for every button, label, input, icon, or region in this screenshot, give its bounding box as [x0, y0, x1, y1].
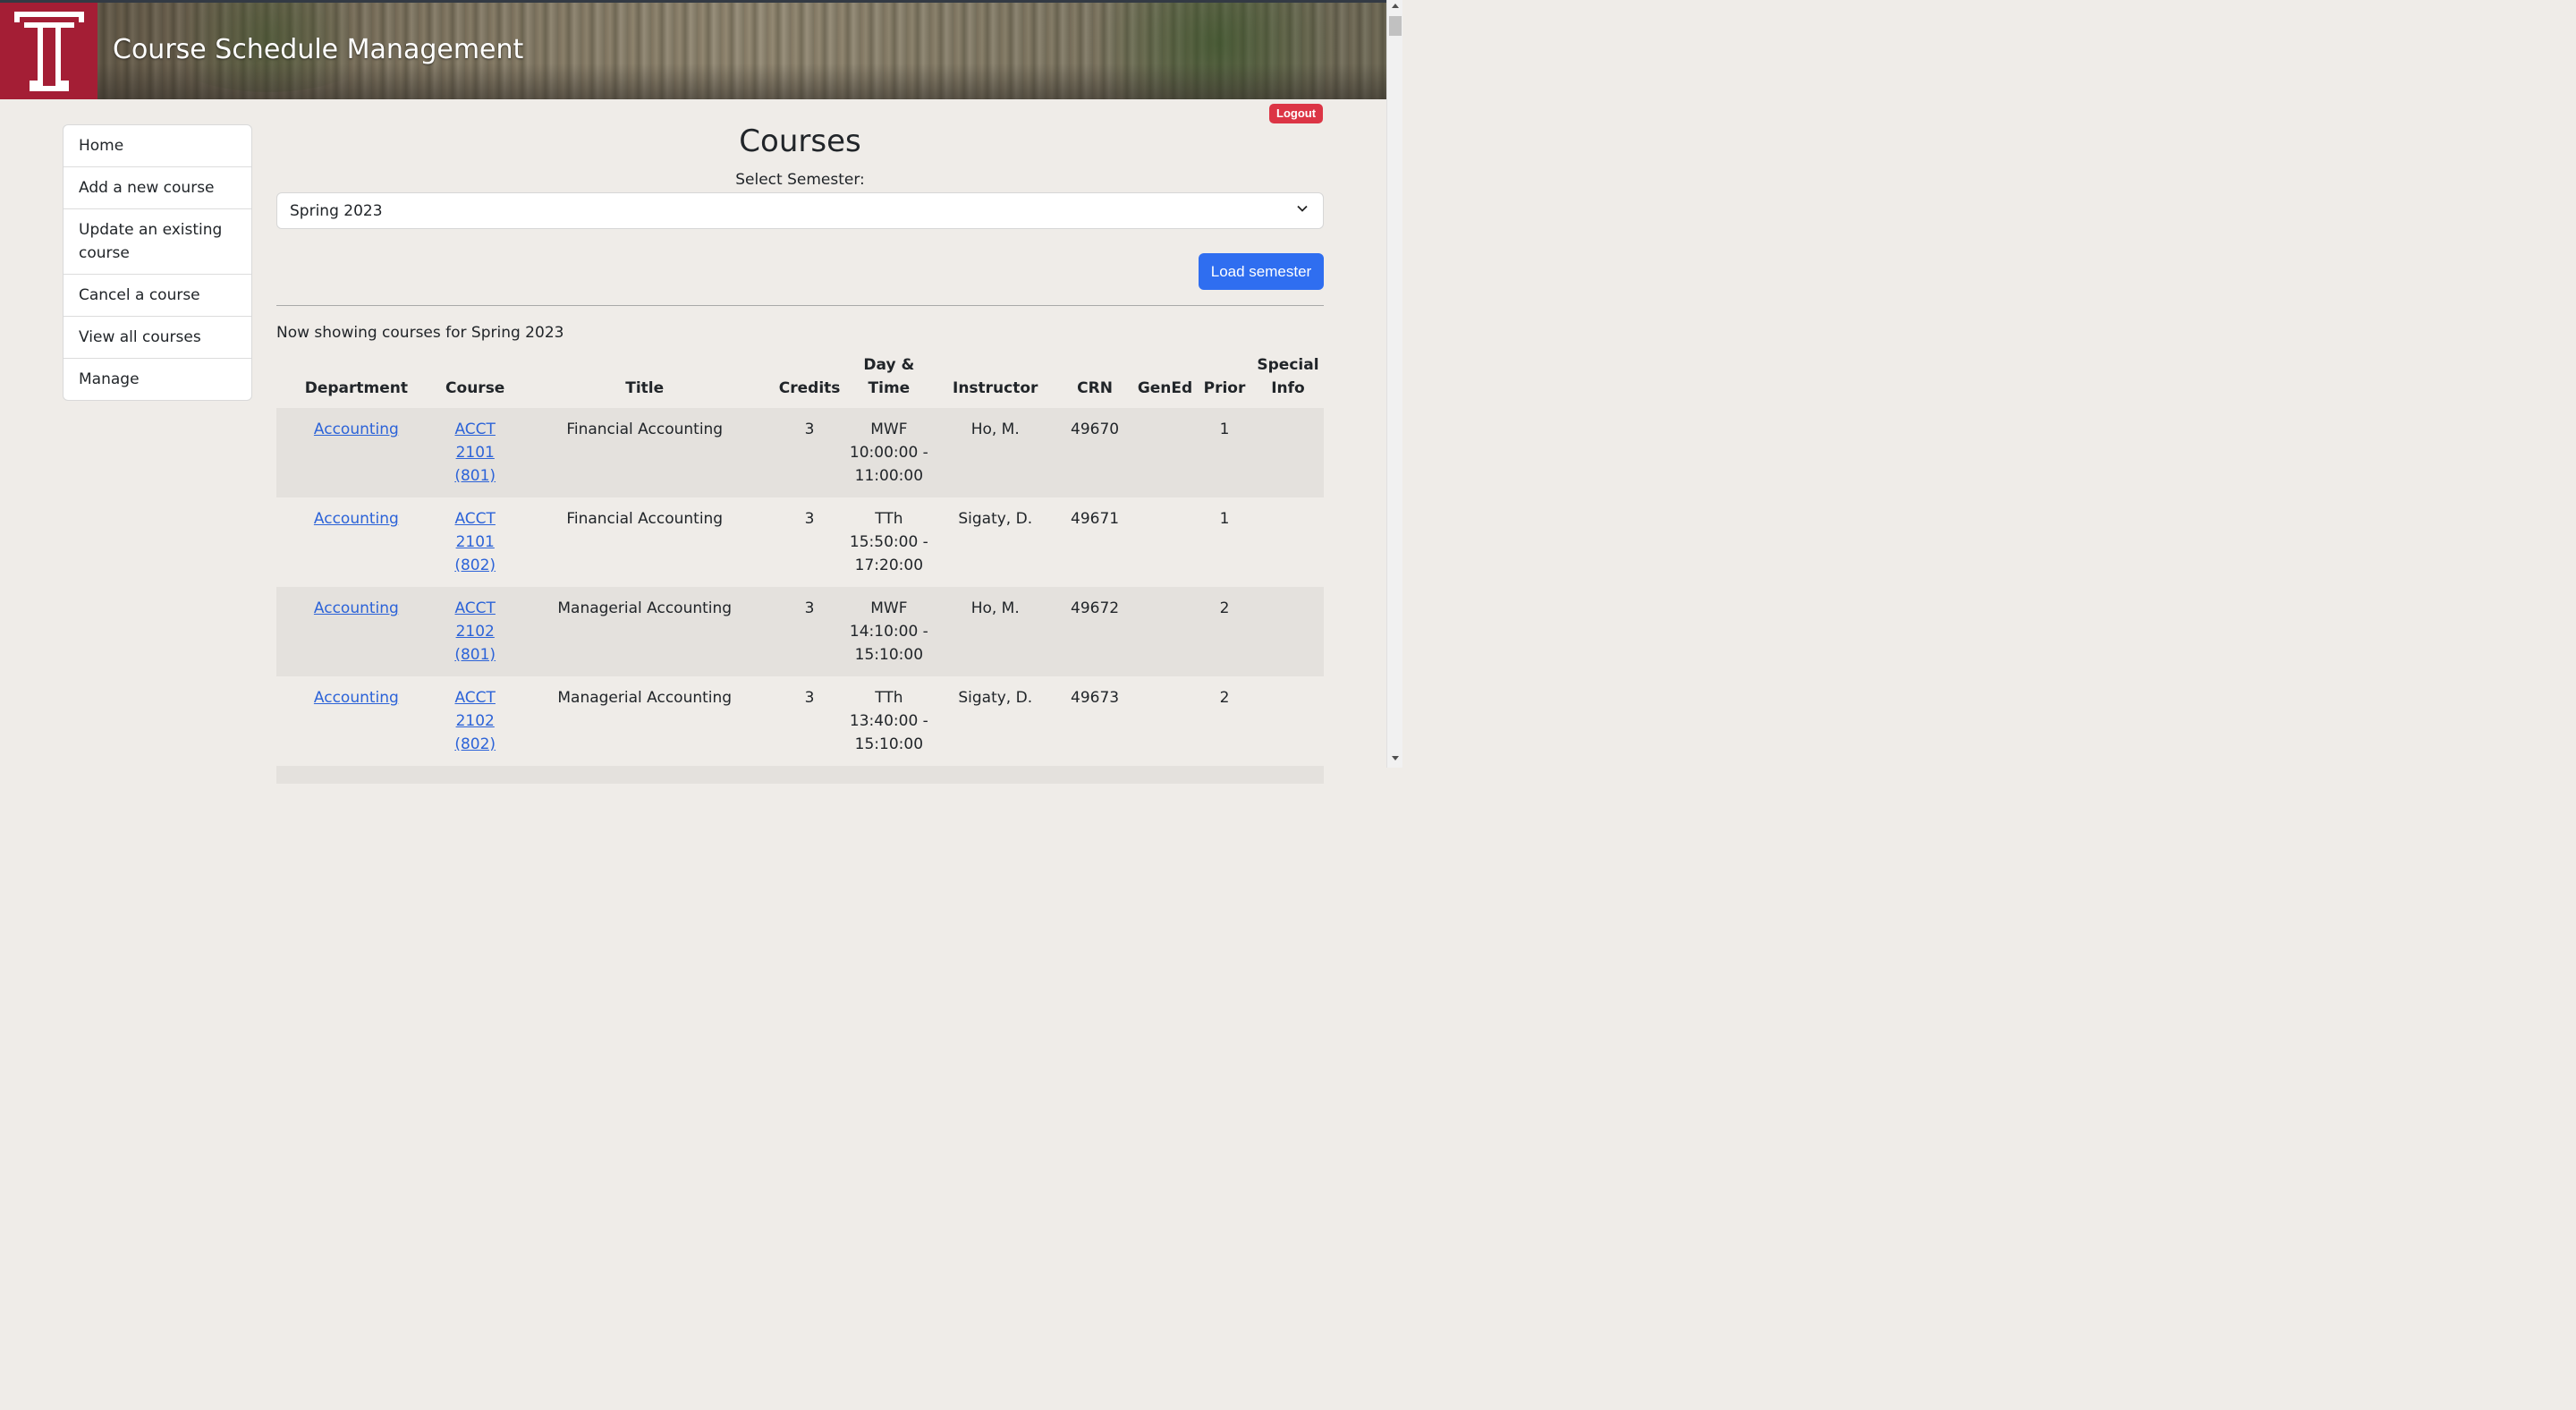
course-instructor: Ho, M. — [934, 408, 1057, 497]
semester-select[interactable]: Spring 2023 — [276, 192, 1324, 229]
department-link[interactable]: Accounting — [314, 510, 399, 528]
department-link[interactable]: Accounting — [314, 599, 399, 617]
course-gened — [1133, 587, 1197, 676]
course-link[interactable]: ACCT 2101 (801) — [454, 420, 496, 485]
sidebar-item-add-course[interactable]: Add a new course — [64, 167, 251, 209]
course-instructor: Ho, M. — [934, 587, 1057, 676]
header-crn: CRN — [1077, 379, 1113, 397]
course-special-info — [1251, 408, 1324, 497]
course-credits: 3 — [804, 689, 815, 707]
divider — [276, 305, 1324, 306]
course-crn: 49672 — [1056, 587, 1134, 676]
course-prior: 1 — [1197, 408, 1252, 497]
course-special-info — [1252, 676, 1324, 766]
banner-crowd — [0, 64, 1386, 99]
header-day-time-line1: Day & — [863, 356, 915, 374]
table-row: Accounting ACCT 2102 (802) Managerial Acco… — [276, 676, 1324, 766]
table-header-row: Department Course Title Credits Day & Tim… — [276, 353, 1324, 408]
course-special-info — [1252, 497, 1324, 587]
header-special-line1: Special — [1257, 356, 1319, 374]
course-link[interactable]: ACCT 2102 (802) — [454, 689, 496, 753]
course-day-time: TTh 13:40:00 -15:10:00 — [849, 689, 928, 753]
header-special-info: Special Info — [1252, 353, 1324, 408]
scroll-up-icon[interactable] — [1392, 4, 1399, 8]
semester-select-value: Spring 2023 — [290, 202, 383, 220]
courses-table: Department Course Title Credits Day & Tim… — [276, 353, 1324, 784]
header-day-time-line2: Time — [868, 379, 911, 397]
header-title: Title — [625, 379, 665, 397]
course-gened — [1133, 497, 1197, 587]
table-row: Accounting ACCT 2102 (801) Managerial Acco… — [276, 587, 1324, 676]
course-credits: 3 — [804, 510, 815, 528]
table-row: Accounting ACCT 2101 (802) Financial Accou… — [276, 497, 1324, 587]
course-prior: 1 — [1219, 510, 1230, 528]
course-day-time: MWF 10:00:00 -11:00:00 — [843, 408, 935, 497]
course-special-info — [1251, 587, 1324, 676]
course-credits: 3 — [775, 408, 844, 497]
sidebar-item-manage[interactable]: Manage — [64, 359, 251, 400]
course-link[interactable]: ACCT 2102 (801) — [454, 599, 496, 664]
department-link[interactable]: Accounting — [314, 689, 399, 707]
semester-select-label: Select Semester: — [735, 171, 865, 189]
page-scrollbar[interactable] — [1386, 0, 1402, 768]
sidebar-item-cancel-course[interactable]: Cancel a course — [64, 275, 251, 317]
sidebar-item-home[interactable]: Home — [64, 125, 251, 167]
header-gened: GenEd — [1137, 379, 1193, 397]
course-crn: 49673 — [1071, 689, 1120, 707]
header-instructor: Instructor — [953, 379, 1038, 397]
course-prior: 2 — [1197, 587, 1252, 676]
course-instructor: Sigaty, D. — [958, 689, 1033, 707]
header-course: Course — [445, 379, 505, 397]
header-day-time: Day & Time — [843, 353, 934, 408]
temple-logo — [0, 3, 97, 99]
temple-t-icon — [14, 12, 84, 91]
course-title: Managerial Accounting — [557, 689, 733, 707]
course-title: Managerial Accounting — [513, 587, 775, 676]
header-credits: Credits — [778, 379, 841, 397]
department-link[interactable]: Accounting — [314, 420, 399, 438]
header-department: Department — [304, 379, 408, 397]
scroll-down-icon[interactable] — [1392, 756, 1399, 760]
course-credits: 3 — [775, 587, 844, 676]
course-instructor: Sigaty, D. — [958, 510, 1033, 528]
header-special-line2: Info — [1271, 379, 1305, 397]
chevron-down-icon — [1297, 205, 1308, 212]
course-gened — [1133, 408, 1197, 497]
course-link[interactable]: ACCT 2101 (802) — [454, 510, 496, 574]
showing-text: Now showing courses for Spring 2023 — [276, 324, 564, 342]
course-title: Financial Accounting — [513, 408, 775, 497]
course-day-time: TTh 15:50:00 -17:20:00 — [849, 510, 928, 574]
course-crn: 49670 — [1056, 408, 1134, 497]
course-prior: 2 — [1219, 689, 1230, 707]
header-prior: Prior — [1203, 379, 1246, 397]
course-title: Financial Accounting — [566, 510, 724, 528]
sidebar-item-update-course[interactable]: Update an existing course — [64, 209, 251, 275]
logout-button[interactable]: Logout — [1269, 104, 1324, 123]
course-gened — [1133, 676, 1197, 766]
table-row: Accounting ACCT 2101 (801) Financial Accou… — [276, 408, 1324, 497]
table-row-partial — [276, 766, 1324, 784]
sidebar-nav: Home Add a new course Update an existing… — [63, 124, 252, 401]
load-semester-button[interactable]: Load semester — [1199, 253, 1324, 290]
page-title: Courses — [739, 123, 861, 159]
scrollbar-thumb[interactable] — [1389, 16, 1402, 36]
course-day-time: MWF 14:10:00 -15:10:00 — [843, 587, 935, 676]
sidebar-item-view-courses[interactable]: View all courses — [64, 317, 251, 359]
course-crn: 49671 — [1071, 510, 1120, 528]
app-title: Course Schedule Management — [113, 34, 524, 65]
